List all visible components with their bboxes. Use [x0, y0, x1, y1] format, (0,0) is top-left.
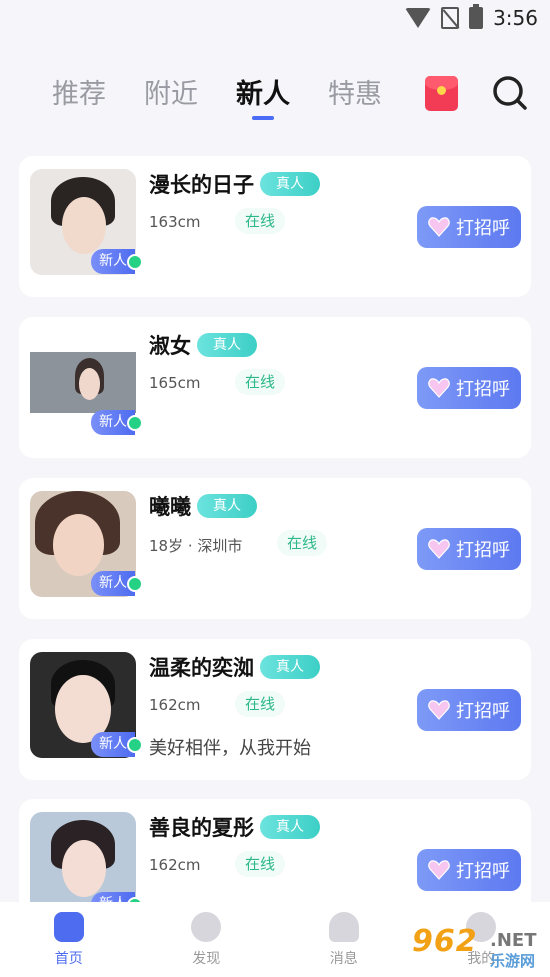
nav-home-label: 首页: [54, 951, 83, 967]
real-person-badge: 真人: [197, 333, 257, 357]
tab-nearby[interactable]: 附近: [144, 72, 198, 114]
nav-discover[interactable]: 发现: [138, 902, 276, 977]
user-name: 善良的夏彤: [149, 816, 254, 840]
tab-newcomers[interactable]: 新人: [236, 72, 290, 120]
user-card[interactable]: 新人 曦曦 真人 18岁 · 深圳市 在线 打招呼: [19, 478, 531, 619]
search-icon[interactable]: [492, 75, 528, 111]
online-dot: [127, 737, 143, 753]
home-icon: [53, 912, 84, 942]
greet-label: 打招呼: [456, 701, 510, 722]
user-info: 162cm: [149, 856, 201, 874]
online-status: 在线: [277, 530, 328, 556]
user-info: 165cm: [149, 374, 201, 392]
online-dot: [127, 415, 143, 431]
online-status: 在线: [235, 691, 286, 717]
wifi-icon: [405, 8, 432, 28]
nav-discover-label: 发现: [192, 951, 221, 967]
heart-icon: [428, 217, 450, 237]
greet-button[interactable]: 打招呼: [417, 206, 521, 248]
user-card[interactable]: 新人 温柔的奕洳 真人 162cm 在线 美好相伴，从我开始 打招呼: [19, 639, 531, 780]
greet-label: 打招呼: [456, 540, 510, 561]
online-dot: [127, 254, 143, 270]
status-bar: 3:56: [0, 0, 550, 40]
user-info: 18岁 · 深圳市: [149, 537, 243, 555]
user-card[interactable]: 新人 漫长的日子 真人 163cm 在线 打招呼: [19, 156, 531, 297]
online-status: 在线: [235, 369, 286, 395]
nav-home[interactable]: 首页: [0, 902, 138, 977]
greet-button[interactable]: 打招呼: [417, 849, 521, 891]
real-person-badge: 真人: [260, 655, 320, 679]
bell-icon: [328, 912, 359, 942]
heart-icon: [428, 378, 450, 398]
greet-button[interactable]: 打招呼: [417, 528, 521, 570]
user-info: 162cm: [149, 696, 201, 714]
real-person-badge: 真人: [260, 815, 320, 839]
heart-icon: [428, 860, 450, 880]
status-time: 3:56: [493, 6, 538, 30]
user-name: 温柔的奕洳: [149, 656, 254, 680]
user-info: 163cm: [149, 213, 201, 231]
watermark-text: 乐游网: [490, 952, 536, 970]
top-tabs: 推荐 附近 新人 特惠: [52, 72, 382, 120]
watermark-number: 962: [412, 924, 478, 959]
battery-icon: [469, 4, 484, 29]
greet-button[interactable]: 打招呼: [417, 689, 521, 731]
red-packet-icon[interactable]: [425, 76, 458, 111]
compass-icon: [191, 912, 222, 942]
tab-recommend[interactable]: 推荐: [52, 72, 106, 114]
tab-deals[interactable]: 特惠: [328, 72, 382, 114]
greet-label: 打招呼: [456, 379, 510, 400]
real-person-badge: 真人: [197, 494, 257, 518]
greet-label: 打招呼: [456, 861, 510, 882]
no-sim-icon: [441, 7, 460, 29]
user-name: 漫长的日子: [149, 173, 254, 197]
watermark-suffix: .NET: [490, 930, 537, 951]
watermark-logo: 962 .NET 乐游网: [412, 924, 546, 972]
greet-label: 打招呼: [456, 218, 510, 239]
greet-button[interactable]: 打招呼: [417, 367, 521, 409]
user-bio: 美好相伴，从我开始: [149, 738, 311, 759]
online-status: 在线: [235, 208, 286, 234]
heart-icon: [428, 700, 450, 720]
user-name: 曦曦: [149, 495, 191, 519]
nav-messages[interactable]: 消息: [275, 902, 413, 977]
online-status: 在线: [235, 851, 286, 877]
user-name: 淑女: [149, 334, 191, 358]
nav-messages-label: 消息: [329, 951, 358, 967]
online-dot: [127, 576, 143, 592]
user-card[interactable]: 新人 淑女 真人 165cm 在线 打招呼: [19, 317, 531, 458]
real-person-badge: 真人: [260, 172, 320, 196]
heart-icon: [428, 539, 450, 559]
